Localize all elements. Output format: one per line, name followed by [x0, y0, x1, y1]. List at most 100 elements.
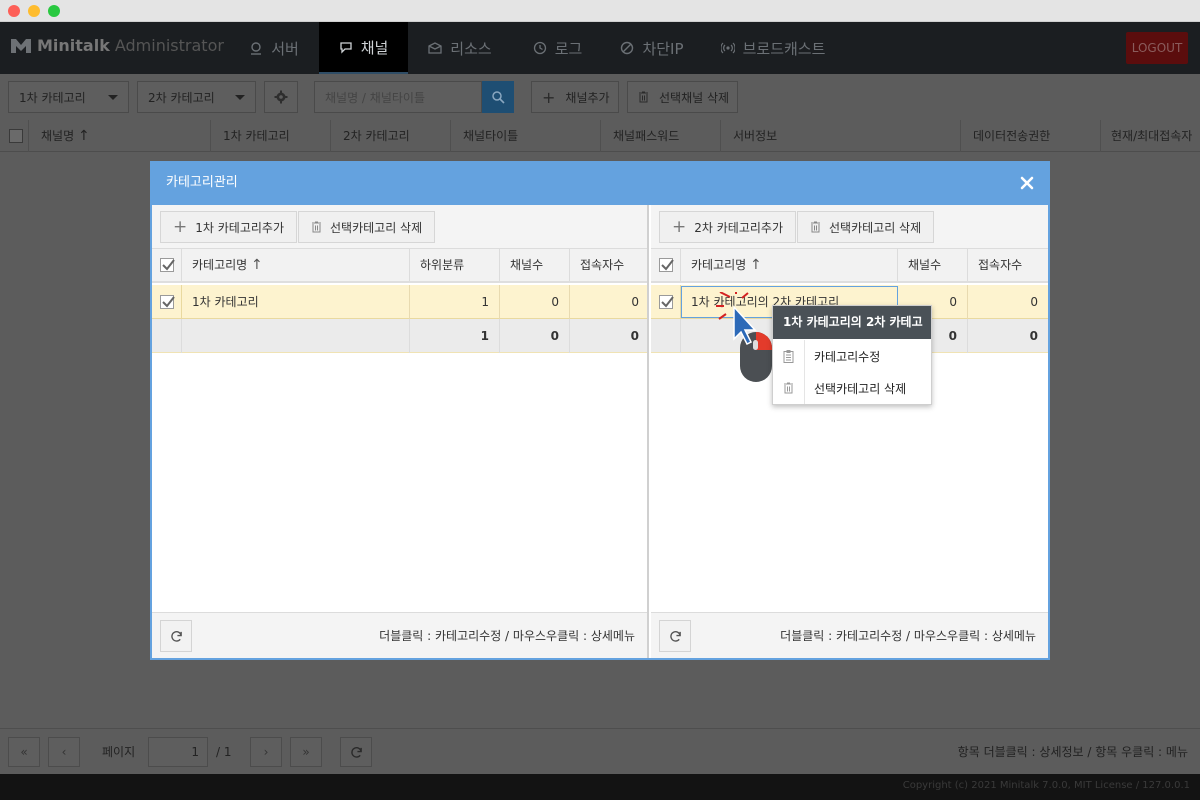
category1-toolbar: + 1차 카테고리추가 선택카테고리 삭제 — [152, 205, 647, 249]
nav-resource[interactable]: 리소스 — [410, 22, 510, 74]
category1-select-all[interactable] — [152, 249, 182, 281]
close-window-button[interactable] — [8, 5, 20, 17]
edit-icon — [773, 340, 805, 372]
col-channel-password[interactable]: 채널패스워드 — [600, 120, 720, 152]
chevron-right-icon: › — [263, 745, 269, 759]
plus-icon: + — [173, 216, 188, 237]
trash-icon — [811, 221, 820, 233]
col-users[interactable]: 현재/최대접속자 — [1100, 120, 1200, 152]
refresh-list-button[interactable] — [340, 737, 372, 767]
add-category2-button[interactable]: + 2차 카테고리추가 — [659, 211, 796, 243]
add-channel-button[interactable]: + 채널추가 — [531, 81, 619, 113]
category2-grid-header: 카테고리명 ↑ 채널수 접속자수 — [651, 249, 1048, 283]
maximize-window-button[interactable] — [48, 5, 60, 17]
nav-log-label: 로그 — [554, 39, 583, 58]
category1-hint: 더블클릭 : 카테고리수정 / 마우스우클릭 : 상세메뉴 — [379, 629, 635, 643]
brand-name: Minitalk — [37, 36, 110, 55]
category1-col-sub[interactable]: 하위분류 — [410, 249, 500, 281]
first-page-button[interactable]: « — [8, 737, 40, 767]
col-category2[interactable]: 2차 카테고리 — [330, 120, 450, 152]
list-hint: 항목 더블클릭 : 상세정보 / 항목 우클릭 : 메뉴 — [957, 745, 1188, 759]
delete-category2-button[interactable]: 선택카테고리 삭제 — [797, 211, 935, 243]
category2-select-value: 2차 카테고리 — [148, 90, 215, 105]
delete-category1-button[interactable]: 선택카테고리 삭제 — [298, 211, 436, 243]
category1-select[interactable]: 1차 카테고리 — [8, 81, 129, 113]
channel-toolbar: 1차 카테고리 2차 카테고리 채널명 / 채널타이틀 + 채널추가 선택채널 … — [0, 74, 1200, 120]
block-icon — [621, 41, 634, 55]
sort-asc-icon: ↑ — [77, 128, 90, 144]
add-category1-button[interactable]: + 1차 카테고리추가 — [160, 211, 297, 243]
checkbox-checked-icon — [659, 258, 674, 272]
search-input[interactable]: 채널명 / 채널타이틀 — [314, 81, 482, 113]
gear-icon — [274, 90, 288, 104]
col-data-permission[interactable]: 데이터전송권한 — [960, 120, 1100, 152]
trash-icon — [639, 91, 648, 103]
category2-col-name-label: 카테고리명 — [691, 258, 747, 272]
table-row[interactable]: 1차 카테고리 1 0 0 — [152, 285, 647, 319]
search-input-placeholder: 채널명 / 채널타이틀 — [325, 90, 425, 105]
channel-count-cell: 0 — [500, 285, 570, 319]
total-channel-cell: 0 — [500, 319, 570, 353]
category2-col-name[interactable]: 카테고리명 ↑ — [681, 249, 898, 281]
pagination-bar: « ‹ 페이지 1 / 1 › » 항목 더블클릭 : 상세정보 / 항목 우클… — [0, 728, 1200, 774]
category2-select-all[interactable] — [651, 249, 681, 281]
chevron-left-icon: ‹ — [61, 745, 67, 759]
window-titlebar — [0, 0, 1200, 22]
add-channel-label: 채널추가 — [565, 90, 610, 105]
category-manager-dialog: 카테고리관리 + 1차 카테고리추가 선택카테고리 삭제 카테고리명 ↑ 하위분… — [150, 161, 1050, 660]
minimize-window-button[interactable] — [28, 5, 40, 17]
brand-subtitle: Administrator — [114, 36, 224, 55]
logout-button[interactable]: LOGOUT — [1126, 32, 1188, 64]
close-icon[interactable] — [1020, 176, 1034, 190]
category1-col-channels[interactable]: 채널수 — [500, 249, 570, 281]
refresh-category1-button[interactable] — [160, 620, 192, 652]
category2-col-users[interactable]: 접속자수 — [968, 249, 1048, 281]
category2-footer: 더블클릭 : 카테고리수정 / 마우스우클릭 : 상세메뉴 — [651, 612, 1048, 658]
nav-server[interactable]: 서버 — [230, 22, 318, 74]
last-page-button[interactable]: » — [290, 737, 322, 767]
col-category1[interactable]: 1차 카테고리 — [210, 120, 330, 152]
category1-grid-header: 카테고리명 ↑ 하위분류 채널수 접속자수 — [152, 249, 647, 283]
prev-page-button[interactable]: ‹ — [48, 737, 80, 767]
menu-item-edit-category[interactable]: 카테고리수정 — [773, 340, 931, 372]
trash-icon — [312, 221, 321, 233]
search-button[interactable] — [482, 81, 514, 113]
category2-hint: 더블클릭 : 카테고리수정 / 마우스우클릭 : 상세메뉴 — [780, 629, 1036, 643]
user-count-cell: 0 — [631, 295, 639, 309]
select-all-checkbox[interactable] — [9, 129, 23, 143]
resource-icon — [428, 42, 442, 54]
category2-toolbar: + 2차 카테고리추가 선택카테고리 삭제 — [651, 205, 1048, 249]
category1-panel: + 1차 카테고리추가 선택카테고리 삭제 카테고리명 ↑ 하위분류 채널수 접… — [152, 205, 649, 658]
nav-block-ip[interactable]: 차단IP — [602, 22, 702, 74]
col-channel-name[interactable]: 채널명 ↑ — [28, 120, 210, 152]
double-chevron-right-icon: » — [302, 745, 310, 759]
nav-log[interactable]: 로그 — [515, 22, 600, 74]
nav-channel[interactable]: 채널 — [319, 22, 408, 74]
category1-footer: 더블클릭 : 카테고리수정 / 마우스우클릭 : 상세메뉴 — [152, 612, 647, 658]
context-menu: 1차 카테고리의 2차 카테고리 카테고리수정 선택카테고리 삭제 — [772, 305, 932, 405]
delete-channel-button[interactable]: 선택채널 삭제 — [627, 81, 738, 113]
add-category1-label: 1차 카테고리추가 — [195, 220, 284, 235]
category1-col-name[interactable]: 카테고리명 ↑ — [182, 249, 410, 281]
app-logo: Minitalk Administrator — [10, 36, 224, 55]
app-header: Minitalk Administrator 서버 채널 리소스 로그 차단IP… — [0, 22, 1200, 74]
col-server-info[interactable]: 서버정보 — [720, 120, 960, 152]
page-input[interactable]: 1 — [148, 737, 208, 767]
nav-broadcast[interactable]: 브로드캐스트 — [708, 22, 838, 74]
next-page-button[interactable]: › — [250, 737, 282, 767]
category2-col-channels[interactable]: 채널수 — [898, 249, 968, 281]
sub-count-cell: 1 — [410, 285, 500, 319]
double-chevron-left-icon: « — [20, 745, 28, 759]
checkbox-checked-icon[interactable] — [659, 295, 674, 309]
refresh-icon — [170, 630, 182, 642]
refresh-category2-button[interactable] — [659, 620, 691, 652]
col-channel-title[interactable]: 채널타이틀 — [450, 120, 600, 152]
category1-col-users[interactable]: 접속자수 — [570, 249, 649, 281]
category2-select[interactable]: 2차 카테고리 — [137, 81, 256, 113]
category-name-cell: 1차 카테고리 — [182, 285, 410, 319]
plus-icon: + — [542, 87, 556, 107]
page-total: / 1 — [216, 745, 232, 759]
settings-button[interactable] — [264, 81, 298, 113]
menu-item-delete-category[interactable]: 선택카테고리 삭제 — [773, 372, 931, 404]
checkbox-checked-icon[interactable] — [160, 295, 175, 309]
